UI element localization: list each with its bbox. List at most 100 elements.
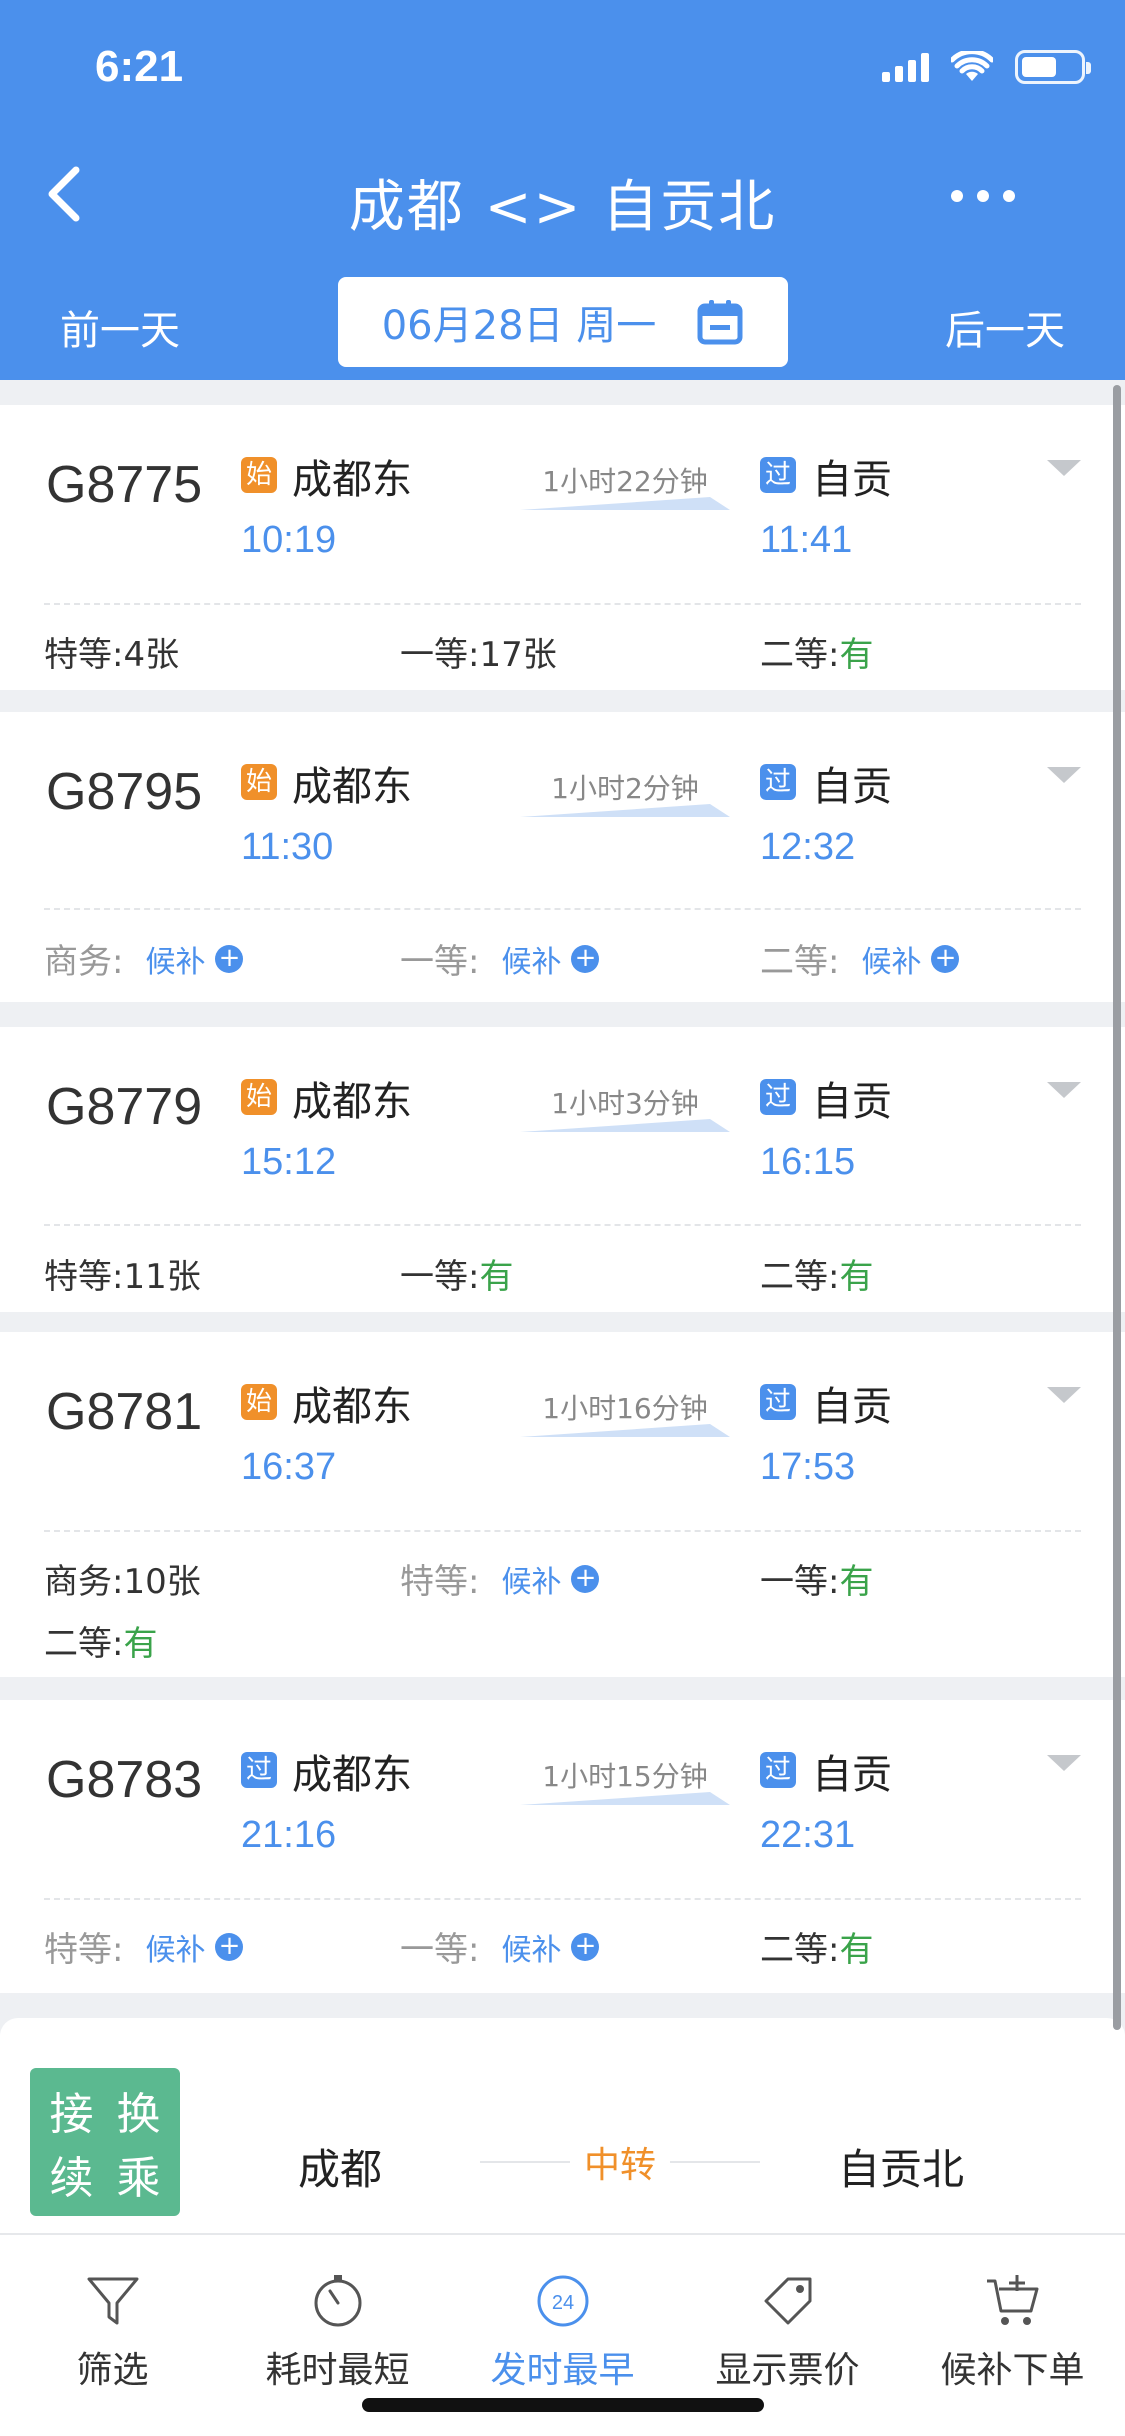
plus-icon[interactable]: + <box>571 944 600 973</box>
divider <box>44 1898 1081 1900</box>
divider <box>44 908 1081 910</box>
seat-waitlist[interactable]: 一等: 候补 + <box>400 934 600 983</box>
seat-info: 特等: 11张 <box>44 1257 201 1297</box>
status-icons <box>882 50 1091 84</box>
seat-info: 二等: 有 <box>760 1930 874 1970</box>
direction-arrow-icon <box>520 804 730 817</box>
departure-time: 21:16 <box>241 1814 337 1856</box>
passing-badge: 过 <box>760 457 796 493</box>
arrival-time: 16:15 <box>760 1141 856 1183</box>
transfer-to-station: 自贡北 <box>838 2145 965 2194</box>
departure-time: 16:37 <box>241 1446 337 1488</box>
departure-station: 成都东 <box>292 457 412 503</box>
arrival-time: 12:32 <box>760 826 856 868</box>
header: 6:21 成都 <> 自贡北 前一天 06月28日 周一 后一天 <box>0 0 1125 380</box>
filter-icon <box>87 2277 138 2325</box>
divider <box>44 1530 1081 1532</box>
seat-waitlist[interactable]: 二等: 候补 + <box>760 934 960 983</box>
train-number: G8783 <box>46 1751 203 1809</box>
arrival-station: 自贡 <box>812 1752 892 1798</box>
divider <box>44 1224 1081 1226</box>
origin-badge: 始 <box>241 457 277 493</box>
seat-waitlist[interactable]: 特等: 候补 + <box>44 1922 244 1971</box>
date-picker[interactable]: 06月28日 周一 <box>338 277 788 367</box>
train-card[interactable]: G8775 始 成都东 10:19 1小时22分钟 过 自贡 11:41 特等:… <box>0 405 1125 690</box>
sort-earliest-departure-button[interactable]: 24 发时最早 <box>450 2271 675 2393</box>
seat-waitlist[interactable]: 商务: 候补 + <box>44 934 244 983</box>
duration: 1小时16分钟 <box>542 1392 708 1425</box>
scrollbar[interactable] <box>1113 385 1121 2030</box>
departure-time: 11:30 <box>241 826 334 868</box>
expand-caret-icon[interactable] <box>1047 460 1081 476</box>
train-number: G8779 <box>46 1078 203 1136</box>
train-card[interactable]: G8781 始 成都东 16:37 1小时16分钟 过 自贡 17:53 商务:… <box>0 1332 1125 1677</box>
train-card[interactable]: G8795 始 成都东 11:30 1小时2分钟 过 自贡 12:32 商务: 候… <box>0 712 1125 1002</box>
divider <box>44 603 1081 605</box>
passing-badge: 过 <box>760 1752 796 1788</box>
departure-station: 成都东 <box>292 1752 412 1798</box>
departure-station: 成都东 <box>292 1384 412 1430</box>
sort-shortest-duration-button[interactable]: 耗时最短 <box>225 2271 450 2393</box>
prev-day-button[interactable]: 前一天 <box>60 298 180 356</box>
cellular-signal-icon <box>882 52 929 82</box>
plus-icon[interactable]: + <box>931 944 960 973</box>
show-price-button[interactable]: 显示票价 <box>675 2271 900 2393</box>
seat-waitlist[interactable]: 一等: 候补 + <box>400 1922 600 1971</box>
plus-icon[interactable]: + <box>571 1564 600 1593</box>
passing-badge: 过 <box>760 1384 796 1420</box>
waitlist-order-button[interactable]: 候补下单 <box>900 2271 1125 2393</box>
arrival-station: 自贡 <box>812 1079 892 1125</box>
departure-station: 成都东 <box>292 1079 412 1125</box>
price-tag-icon <box>764 2277 811 2325</box>
seat-info: 二等: 有 <box>760 1257 874 1297</box>
battery-icon <box>1015 50 1091 84</box>
departure-time: 10:19 <box>241 519 337 561</box>
direction-arrow-icon <box>520 1424 730 1437</box>
arrival-station: 自贡 <box>812 457 892 503</box>
seat-info: 一等: 17张 <box>400 635 557 675</box>
train-number: G8781 <box>46 1383 203 1441</box>
clock-24-icon: 24 <box>537 2275 588 2327</box>
train-card[interactable]: G8783 过 成都东 21:16 1小时15分钟 过 自贡 22:31 特等:… <box>0 1700 1125 1993</box>
arrival-time: 17:53 <box>760 1446 856 1488</box>
divider <box>670 2161 760 2163</box>
expand-caret-icon[interactable] <box>1047 767 1081 783</box>
direction-arrow-icon <box>520 497 730 510</box>
filter-button[interactable]: 筛选 <box>0 2271 225 2393</box>
status-time: 6:21 <box>95 42 184 91</box>
date-label: 06月28日 周一 <box>381 303 657 349</box>
plus-icon[interactable]: + <box>215 1932 244 1961</box>
passing-badge: 过 <box>241 1752 277 1788</box>
plus-icon[interactable]: + <box>215 944 244 973</box>
arrival-station: 自贡 <box>812 764 892 810</box>
passing-badge: 过 <box>760 764 796 800</box>
passing-badge: 过 <box>760 1079 796 1115</box>
duration: 1小时15分钟 <box>542 1760 708 1793</box>
seat-info: 商务: 10张 <box>44 1562 201 1602</box>
transfer-card[interactable]: 接换 续乘 成都 中转 自贡北 <box>0 2018 1125 2233</box>
next-day-button[interactable]: 后一天 <box>945 298 1065 356</box>
more-menu-icon[interactable] <box>951 190 1015 202</box>
arrival-time: 11:41 <box>760 519 853 561</box>
home-indicator <box>362 2398 764 2412</box>
expand-caret-icon[interactable] <box>1047 1755 1081 1771</box>
duration: 1小时3分钟 <box>551 1087 699 1120</box>
origin-badge: 始 <box>241 1384 277 1420</box>
seat-info: 特等: 4张 <box>44 635 180 675</box>
origin-badge: 始 <box>241 764 277 800</box>
arrival-time: 22:31 <box>760 1814 856 1856</box>
train-number: G8775 <box>46 456 203 514</box>
duration: 1小时22分钟 <box>542 465 708 498</box>
departure-time: 15:12 <box>241 1141 337 1183</box>
seat-waitlist[interactable]: 特等: 候补 + <box>400 1554 600 1603</box>
train-card[interactable]: G8779 始 成都东 15:12 1小时3分钟 过 自贡 16:15 特等: 1… <box>0 1027 1125 1312</box>
wifi-icon <box>951 51 993 81</box>
expand-caret-icon[interactable] <box>1047 1387 1081 1403</box>
svg-text:24: 24 <box>551 2292 573 2314</box>
transfer-from-station: 成都 <box>298 2145 383 2194</box>
expand-caret-icon[interactable] <box>1047 1082 1081 1098</box>
transfer-tag: 接换 续乘 <box>30 2068 180 2216</box>
departure-station: 成都东 <box>292 764 412 810</box>
arrival-station: 自贡 <box>812 1384 892 1430</box>
plus-icon[interactable]: + <box>571 1932 600 1961</box>
